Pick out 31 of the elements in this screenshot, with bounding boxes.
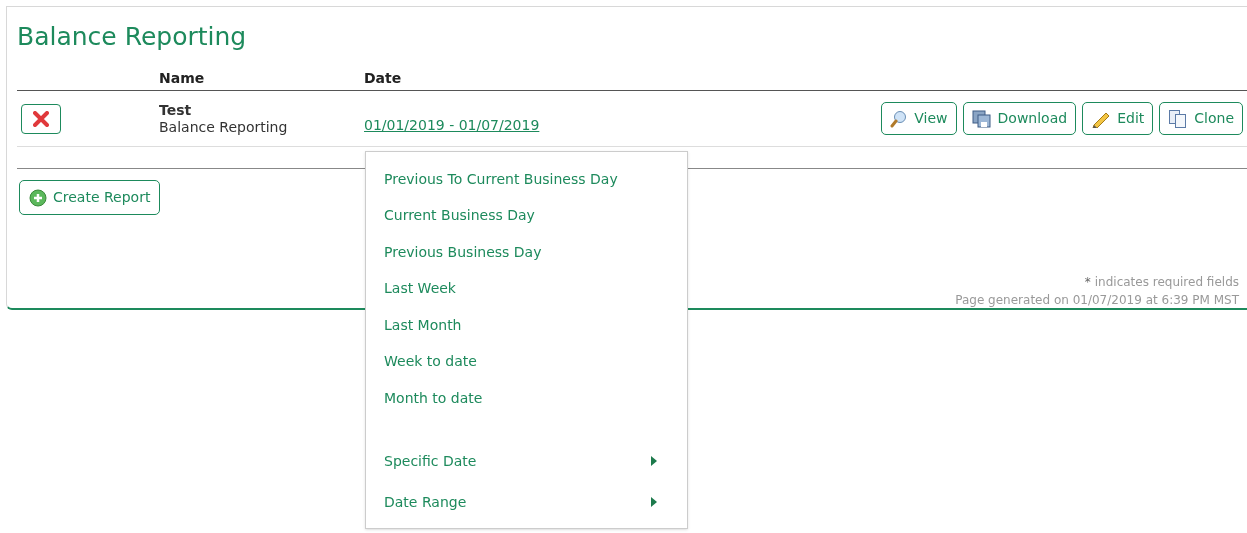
create-report-button[interactable]: Create Report xyxy=(19,180,161,215)
menu-item[interactable]: Last Month xyxy=(366,307,687,344)
menu-item[interactable]: Week to date xyxy=(366,343,687,380)
submenu-item[interactable]: Date Range xyxy=(384,491,467,513)
page-title: Balance Reporting xyxy=(17,21,247,53)
edit-button[interactable]: Edit xyxy=(1082,102,1154,135)
date-range-link[interactable]: 01/01/2019 - 01/07/2019 xyxy=(364,117,540,133)
generated-note: Page generated on 01/07/2019 at 6:39 PM MST xyxy=(955,292,1239,309)
column-header: Date xyxy=(364,70,402,86)
clone-button[interactable]: Clone xyxy=(1159,102,1243,135)
caret-right-icon xyxy=(651,456,657,466)
column-header: Name xyxy=(159,70,205,86)
delete-button[interactable] xyxy=(21,103,61,134)
close-icon xyxy=(33,110,49,127)
plus-circle-icon xyxy=(29,188,47,207)
view-button[interactable]: View xyxy=(881,102,957,135)
caret-right-icon xyxy=(651,497,657,507)
menu-item[interactable]: Previous To Current Business Day xyxy=(366,161,687,198)
menu-item[interactable]: Month to date xyxy=(366,380,687,417)
report-name: Test xyxy=(159,101,193,119)
report-type: Balance Reporting xyxy=(159,118,289,136)
download-button[interactable]: Download xyxy=(962,102,1077,135)
copy-pages-icon xyxy=(1168,108,1189,129)
submenu-item[interactable]: Specific Date xyxy=(384,450,477,472)
magnifier-icon xyxy=(890,109,909,128)
menu-item[interactable]: Previous Business Day xyxy=(366,234,687,271)
menu-item[interactable]: Current Business Day xyxy=(366,197,687,234)
menu-item[interactable]: Last Week xyxy=(366,270,687,307)
required-note: indicates required fields xyxy=(1094,274,1239,291)
required-asterisk: * xyxy=(1084,274,1091,291)
floppy-disks-icon xyxy=(971,109,992,128)
